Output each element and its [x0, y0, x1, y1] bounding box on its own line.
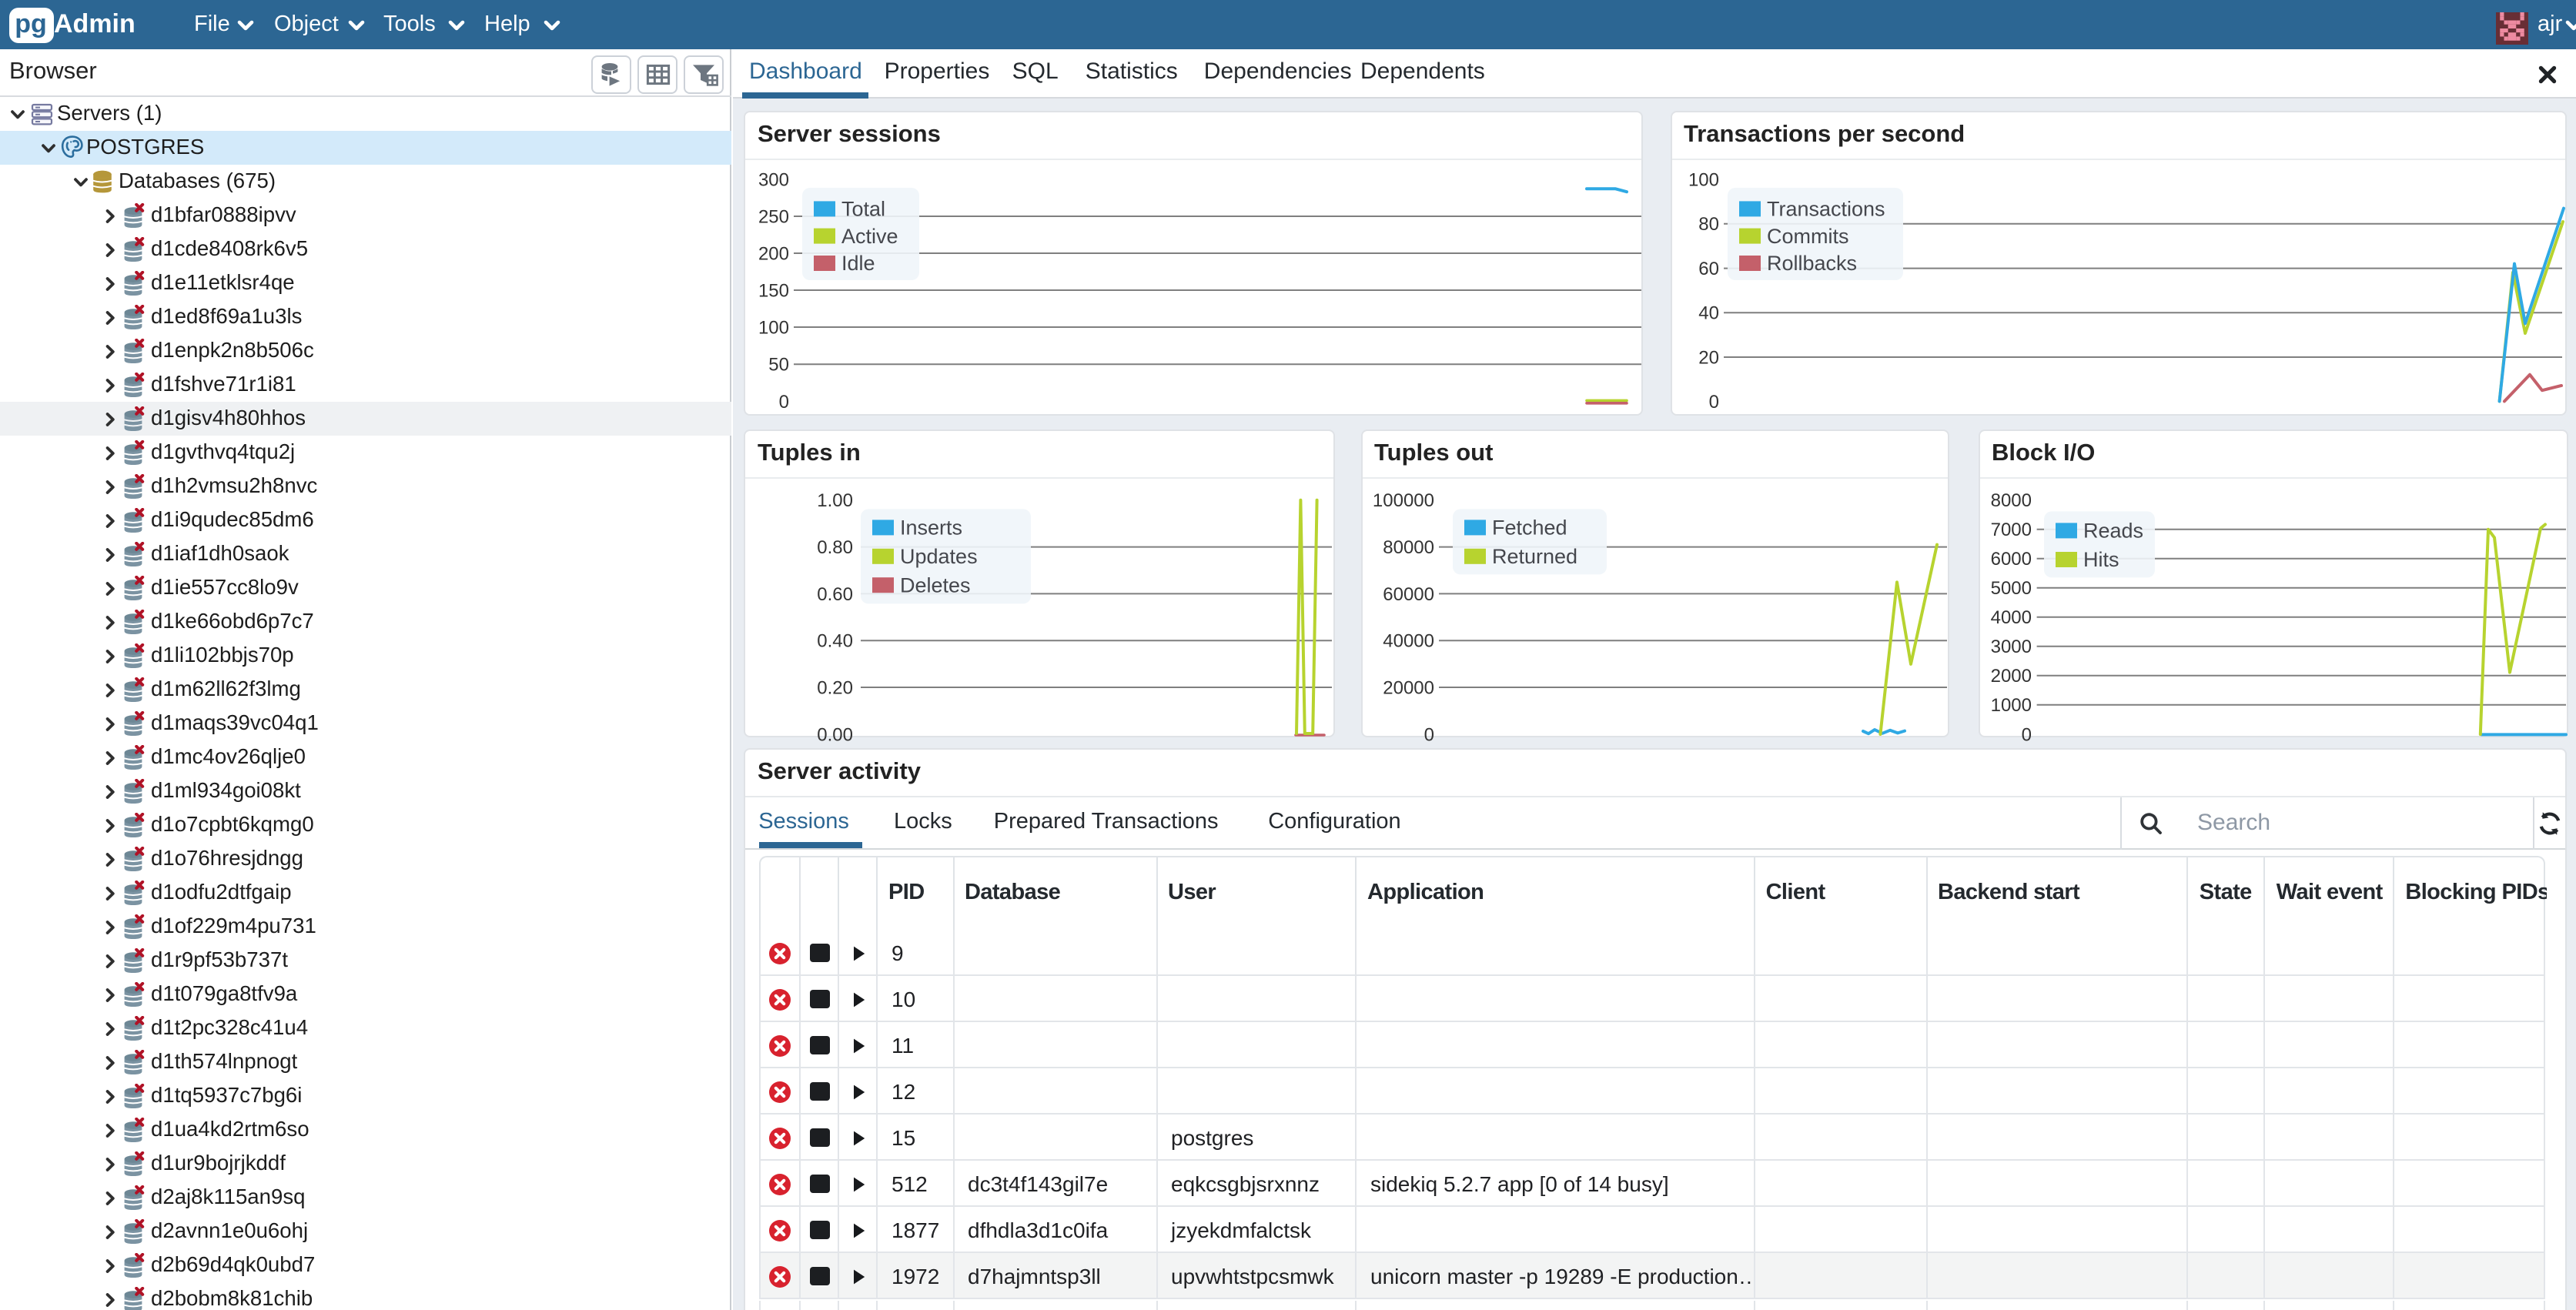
svg-text:60000: 60000 [1382, 583, 1434, 604]
svg-text:80000: 80000 [1382, 537, 1434, 558]
svg-text:0.20: 0.20 [817, 677, 853, 698]
svg-text:40000: 40000 [1382, 630, 1434, 651]
svg-text:200: 200 [758, 243, 789, 264]
svg-text:8000: 8000 [1990, 490, 2031, 511]
svg-text:0: 0 [1423, 724, 1434, 745]
svg-text:Idle: Idle [841, 252, 875, 275]
svg-text:0.60: 0.60 [817, 583, 853, 604]
svg-text:0: 0 [1708, 392, 1718, 413]
svg-text:0: 0 [779, 392, 789, 413]
svg-text:0.00: 0.00 [817, 724, 853, 745]
svg-text:1000: 1000 [1990, 695, 2031, 716]
svg-text:20000: 20000 [1382, 677, 1434, 698]
svg-text:0.80: 0.80 [817, 537, 853, 558]
svg-text:80: 80 [1698, 214, 1718, 235]
svg-text:0.40: 0.40 [817, 630, 853, 651]
svg-text:Deletes: Deletes [900, 573, 971, 597]
svg-text:Transactions: Transactions [1766, 198, 1884, 221]
svg-text:250: 250 [758, 206, 789, 227]
svg-text:Updates: Updates [900, 545, 978, 568]
svg-text:5000: 5000 [1990, 578, 2031, 599]
svg-text:3000: 3000 [1990, 637, 2031, 657]
svg-text:2000: 2000 [1990, 666, 2031, 687]
svg-text:300: 300 [758, 170, 789, 191]
svg-text:Reads: Reads [2083, 519, 2143, 542]
svg-text:50: 50 [768, 355, 789, 376]
svg-text:Total: Total [841, 198, 885, 221]
svg-text:1.00: 1.00 [817, 490, 853, 511]
svg-text:40: 40 [1698, 303, 1718, 324]
svg-text:Fetched: Fetched [1491, 516, 1567, 539]
svg-text:100: 100 [1688, 170, 1718, 191]
svg-text:100000: 100000 [1372, 490, 1434, 511]
svg-text:60: 60 [1698, 259, 1718, 279]
svg-text:100: 100 [758, 317, 789, 338]
svg-text:0: 0 [2021, 724, 2031, 745]
svg-text:150: 150 [758, 280, 789, 301]
svg-text:Active: Active [841, 225, 898, 248]
svg-text:Rollbacks: Rollbacks [1766, 252, 1856, 275]
svg-text:6000: 6000 [1990, 549, 2031, 570]
svg-text:Hits: Hits [2083, 548, 2119, 571]
svg-text:4000: 4000 [1990, 607, 2031, 628]
svg-text:7000: 7000 [1990, 520, 2031, 540]
svg-text:Commits: Commits [1766, 225, 1848, 248]
svg-text:Returned: Returned [1491, 545, 1577, 568]
svg-text:Inserts: Inserts [900, 516, 962, 539]
svg-text:20: 20 [1698, 347, 1718, 368]
